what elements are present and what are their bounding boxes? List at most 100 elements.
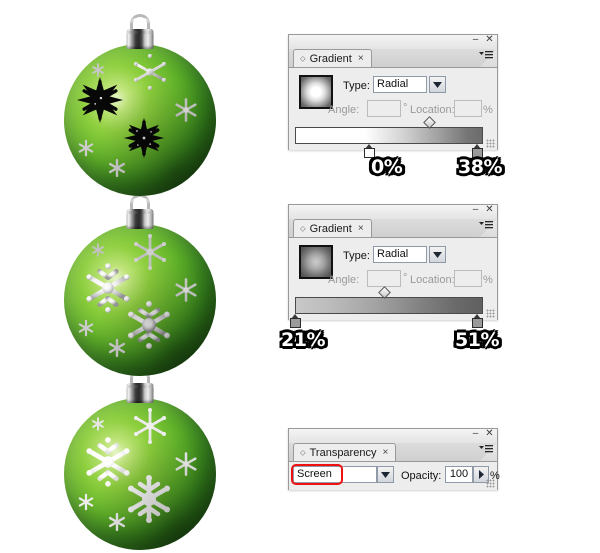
snowflake-white-large bbox=[82, 436, 134, 488]
snowflake-white-right bbox=[172, 450, 200, 478]
ornament-cap bbox=[126, 383, 154, 403]
panel-titlebar: – ✕ bbox=[289, 35, 497, 49]
blend-mode-value: Screen bbox=[297, 468, 332, 480]
window-buttons: – ✕ bbox=[471, 205, 494, 215]
tab-close-icon[interactable]: × bbox=[358, 53, 364, 64]
window-buttons: – ✕ bbox=[471, 429, 494, 439]
resize-grip[interactable] bbox=[486, 309, 495, 318]
minimize-icon[interactable]: – bbox=[471, 429, 480, 439]
tab-label: Gradient bbox=[309, 222, 352, 235]
ornament-ball bbox=[64, 398, 216, 550]
ornament-step-3 bbox=[50, 368, 230, 553]
panel-titlebar: – ✕ bbox=[289, 429, 497, 443]
panel-body: Screen Opacity: 100 % bbox=[289, 462, 500, 490]
tab-gradient[interactable]: ⬦ Gradient × bbox=[293, 49, 372, 67]
angle-input[interactable] bbox=[367, 100, 401, 117]
panel-tabstrip: ⬦ Gradient × bbox=[289, 49, 497, 68]
type-select-value[interactable]: Radial bbox=[373, 76, 427, 93]
location-label: Location: bbox=[410, 274, 455, 286]
stop-color-chip bbox=[290, 318, 301, 328]
snowflake-white-medium bbox=[124, 474, 174, 524]
snowflake-black-medium bbox=[122, 116, 166, 160]
opacity-value: 100 bbox=[449, 468, 469, 480]
resize-grip[interactable] bbox=[486, 479, 495, 488]
snowflake-silver-bottom bbox=[106, 157, 128, 179]
minimize-icon[interactable]: – bbox=[471, 205, 480, 215]
gradient-stop-end[interactable] bbox=[472, 314, 483, 328]
panel-menu-icon[interactable] bbox=[479, 50, 493, 61]
type-label: Type: bbox=[343, 80, 370, 92]
snowflake-silver-right bbox=[172, 96, 200, 124]
tab-gradient[interactable]: ⬦ Gradient × bbox=[293, 219, 372, 237]
tab-grip-icon: ⬦ bbox=[300, 223, 306, 233]
tab-transparency[interactable]: ⬦ Transparency × bbox=[293, 443, 397, 461]
location-label: Location: bbox=[410, 104, 455, 116]
transparency-panel[interactable]: – ✕ ⬦ Transparency × Screen Opacity: 100… bbox=[288, 428, 500, 490]
angle-unit: ° bbox=[403, 272, 408, 284]
snowflake-white-upperleft bbox=[90, 416, 106, 432]
snowflake-white-top bbox=[130, 406, 170, 446]
snowflake-silver-lowerleft bbox=[76, 138, 96, 158]
snowflake-silver-bottom bbox=[106, 337, 128, 359]
gradient-stop-start[interactable] bbox=[290, 314, 301, 328]
snowflake-silver-top bbox=[130, 232, 170, 272]
ornament-ball bbox=[64, 44, 216, 196]
callout-percent-0: 0% bbox=[371, 156, 403, 178]
gradient-slider-track[interactable] bbox=[295, 297, 483, 314]
location-unit: % bbox=[483, 274, 493, 286]
location-input[interactable] bbox=[454, 270, 482, 287]
callout-percent-51: 51% bbox=[455, 329, 499, 351]
snowflake-silver-right bbox=[172, 276, 200, 304]
chevron-down-icon[interactable] bbox=[377, 466, 394, 483]
snowflake-gradient-large bbox=[82, 262, 134, 314]
minimize-icon[interactable]: – bbox=[471, 35, 480, 45]
type-select-value[interactable]: Radial bbox=[373, 246, 427, 263]
tab-close-icon[interactable]: × bbox=[358, 223, 364, 234]
close-icon[interactable]: ✕ bbox=[485, 205, 494, 215]
angle-unit: ° bbox=[403, 102, 408, 114]
type-value: Radial bbox=[377, 248, 409, 260]
panel-body: Type: Radial Angle: ° Location: % bbox=[289, 238, 497, 328]
close-icon[interactable]: ✕ bbox=[485, 35, 494, 45]
angle-label: Angle: bbox=[328, 104, 360, 116]
tab-label: Transparency bbox=[309, 446, 377, 459]
chevron-down-icon[interactable] bbox=[429, 246, 446, 263]
panel-body: Type: Radial Angle: ° Location: % bbox=[289, 68, 497, 158]
tab-label: Gradient bbox=[309, 52, 352, 65]
snowflake-gradient-medium bbox=[124, 300, 174, 350]
angle-label: Angle: bbox=[328, 274, 360, 286]
snowflake-white-lowerleft bbox=[76, 492, 96, 512]
opacity-label: Opacity: bbox=[401, 470, 442, 482]
snowflake-white-bottom bbox=[106, 511, 128, 533]
snowflake-silver-lowerleft bbox=[76, 318, 96, 338]
snowflake-black-large bbox=[76, 76, 124, 124]
snowflake-silver-top bbox=[130, 52, 170, 92]
ornament-step-2 bbox=[50, 194, 230, 379]
close-icon[interactable]: ✕ bbox=[485, 429, 494, 439]
angle-input[interactable] bbox=[367, 270, 401, 287]
chevron-down-icon[interactable] bbox=[429, 76, 446, 93]
ornament-cap bbox=[126, 209, 154, 229]
ornament-ball bbox=[64, 224, 216, 376]
opacity-input[interactable]: 100 bbox=[445, 466, 473, 483]
panel-menu-icon[interactable] bbox=[479, 220, 493, 231]
location-input[interactable] bbox=[454, 100, 482, 117]
panel-titlebar: – ✕ bbox=[289, 205, 497, 219]
window-buttons: – ✕ bbox=[471, 35, 494, 45]
ornament-cap bbox=[126, 29, 154, 49]
callout-percent-38: 38% bbox=[458, 156, 502, 178]
snowflake-silver-upperleft bbox=[90, 242, 106, 258]
tab-grip-icon: ⬦ bbox=[300, 447, 306, 457]
type-label: Type: bbox=[343, 250, 370, 262]
tab-grip-icon: ⬦ bbox=[300, 53, 306, 63]
gradient-panel-1[interactable]: – ✕ ⬦ Gradient × Type: Radial Angle: ° L… bbox=[288, 34, 498, 158]
panel-tabstrip: ⬦ Transparency × bbox=[289, 443, 497, 462]
gradient-slider-track[interactable] bbox=[295, 127, 483, 144]
panel-tabstrip: ⬦ Gradient × bbox=[289, 219, 497, 238]
type-value: Radial bbox=[377, 78, 409, 90]
panel-menu-icon[interactable] bbox=[479, 444, 493, 455]
resize-grip[interactable] bbox=[486, 139, 495, 148]
tab-close-icon[interactable]: × bbox=[382, 447, 388, 458]
gradient-panel-2[interactable]: – ✕ ⬦ Gradient × Type: Radial Angle: ° L… bbox=[288, 204, 498, 328]
location-unit: % bbox=[483, 104, 493, 116]
